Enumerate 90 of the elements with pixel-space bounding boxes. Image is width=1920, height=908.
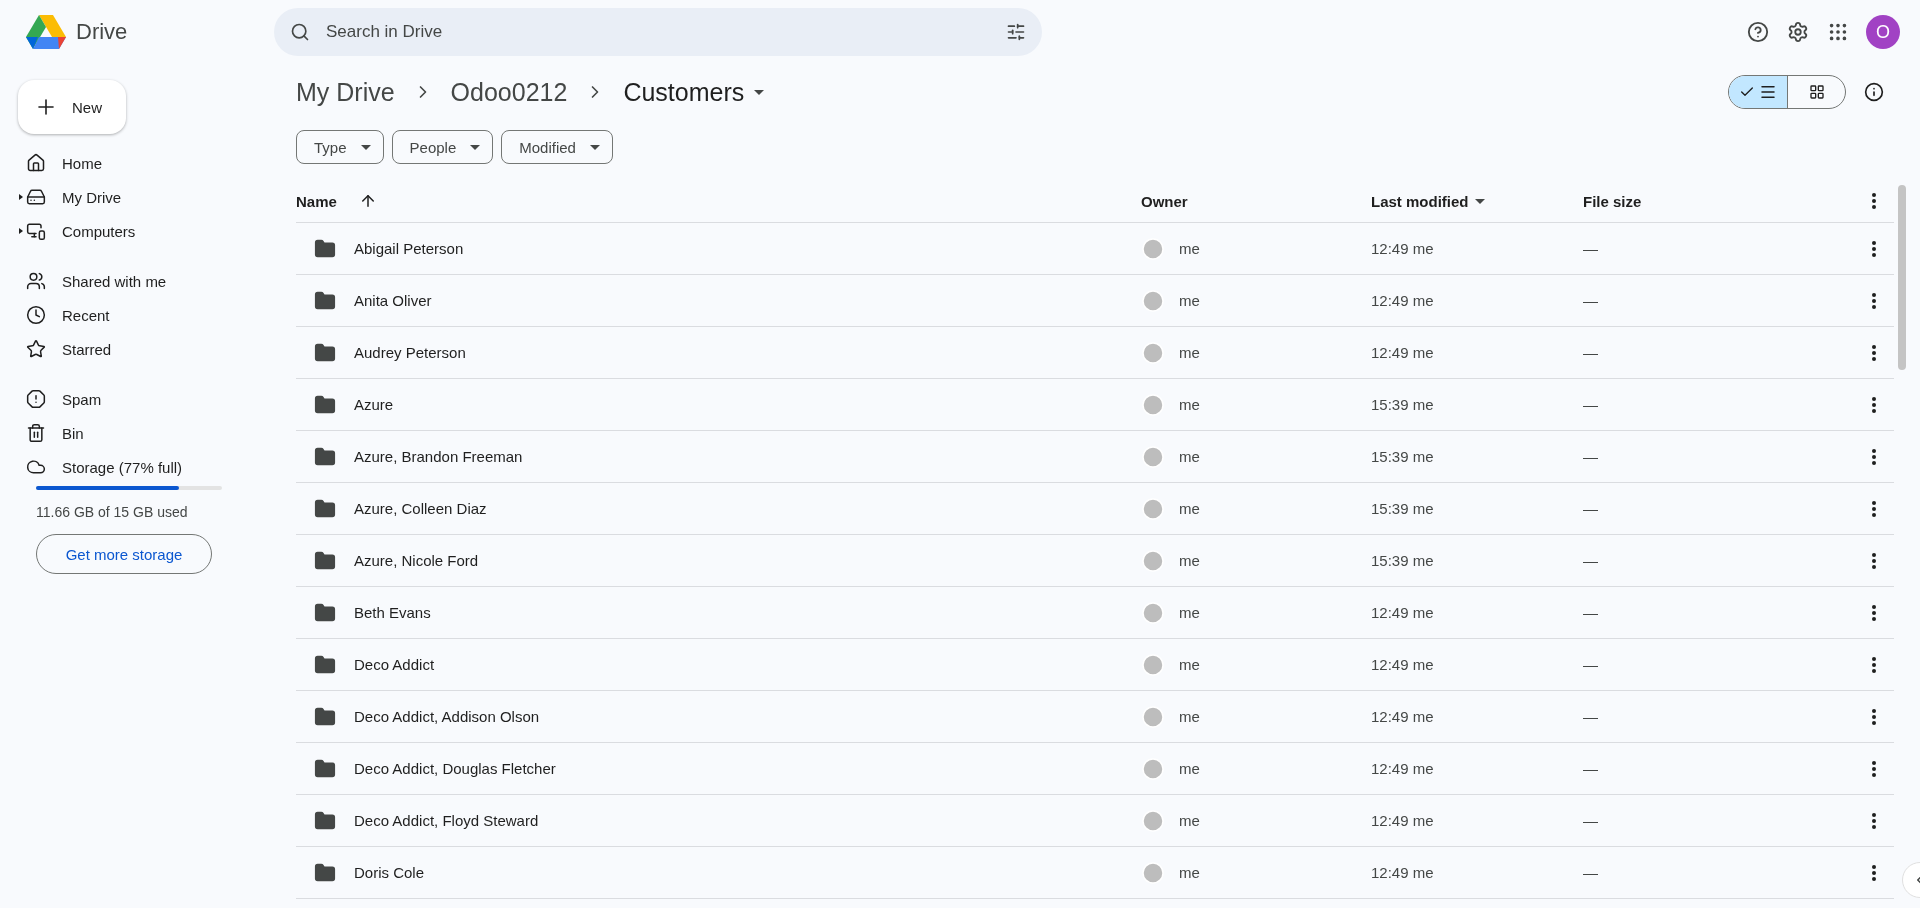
filter-chip[interactable]: Type [296, 130, 384, 164]
owner-name: me [1179, 500, 1200, 517]
file-size: — [1583, 292, 1599, 309]
modified-text: 12:49 me [1371, 864, 1435, 881]
storage-usage: 11.66 GB of 15 GB used [36, 504, 189, 520]
owner-name: me [1179, 760, 1200, 777]
modified-text: 12:49 me [1371, 344, 1435, 361]
modified-text: 15:39 me [1371, 552, 1435, 569]
folder-name: Abigail Peterson [354, 240, 464, 257]
sidebar-item[interactable]: My Drive [16, 180, 256, 214]
folder-name: Deco Addict [354, 656, 435, 673]
sidebar-item[interactable]: Home [16, 146, 256, 180]
modified-text: 12:49 me [1371, 760, 1435, 777]
breadcrumb-item[interactable]: Customers [623, 77, 765, 107]
search-bar[interactable]: Search in Drive [274, 8, 1042, 56]
file-size: — [1583, 500, 1599, 517]
file-row[interactable]: Deco Addict, Floyd Steward me 12:49 me — [296, 795, 1894, 847]
file-size: — [1583, 864, 1599, 881]
owner-name: me [1179, 708, 1200, 725]
file-row[interactable]: Doris Cole me 12:49 me — [296, 847, 1894, 899]
owner-name: me [1179, 552, 1200, 569]
file-size: — [1583, 812, 1599, 829]
modified-text: 12:49 me [1371, 812, 1435, 829]
app-name: Drive [76, 19, 128, 45]
owner-name: me [1179, 656, 1200, 673]
folder-name: Deco Addict, Floyd Steward [354, 812, 539, 829]
file-row[interactable]: Anita Oliver me 12:49 me — [296, 275, 1894, 327]
modified-text: 12:49 me [1371, 240, 1435, 257]
owner-name: me [1179, 604, 1200, 621]
file-size: — [1583, 240, 1599, 257]
column-header: File size [1583, 192, 1643, 210]
file-row[interactable]: Deco Addict me 12:49 me — [296, 639, 1894, 691]
owner-name: me [1179, 864, 1200, 881]
breadcrumb-item[interactable]: Odoo0212 [450, 77, 568, 107]
owner-name: me [1179, 396, 1200, 413]
file-row[interactable]: Azure, Nicole Ford me 15:39 me — [296, 535, 1894, 587]
folder-name: Audrey Peterson [354, 344, 466, 361]
file-row[interactable]: Audrey Peterson me 12:49 me — [296, 327, 1894, 379]
folder-name: Azure, Nicole Ford [354, 552, 479, 569]
owner-name: me [1179, 812, 1200, 829]
owner-name: me [1179, 448, 1200, 465]
modified-text: 15:39 me [1371, 500, 1435, 517]
folder-name: Anita Oliver [354, 292, 432, 309]
owner-name: me [1179, 292, 1200, 309]
sidebar-item[interactable]: Recent [16, 298, 256, 332]
owner-name: me [1179, 344, 1200, 361]
file-size: — [1583, 448, 1599, 465]
folder-name: Azure, Brandon Freeman [354, 448, 523, 465]
modified-text: 15:39 me [1371, 396, 1435, 413]
file-row[interactable]: Deco Addict, Addison Olson me 12:49 me — [296, 691, 1894, 743]
sidebar-item[interactable]: Spam [16, 382, 256, 416]
breadcrumb-item[interactable]: My Drive [296, 77, 395, 107]
file-row[interactable]: Abigail Peterson me 12:49 me — [296, 223, 1894, 275]
modified-text: 15:39 me [1371, 448, 1435, 465]
modified-text: 12:49 me [1371, 292, 1435, 309]
file-row[interactable]: Azure, Colleen Diaz me 15:39 me — [296, 483, 1894, 535]
modified-text: 12:49 me [1371, 708, 1435, 725]
search-input[interactable]: Search in Drive [324, 21, 992, 43]
filter-chip[interactable]: Modified [501, 130, 613, 164]
account-avatar[interactable]: O [1866, 15, 1900, 49]
modified-text: 12:49 me [1371, 604, 1435, 621]
filter-chip[interactable]: People [391, 130, 494, 164]
file-size: — [1583, 708, 1599, 725]
column-header: Owner [1141, 192, 1189, 210]
file-row[interactable]: Deco Addict, Douglas Fletcher me 12:49 me — [296, 743, 1894, 795]
folder-name: Doris Cole [354, 864, 425, 881]
owner-name: me [1179, 240, 1200, 257]
file-size: — [1583, 760, 1599, 777]
column-header[interactable]: Last modified [1371, 192, 1583, 210]
file-row[interactable]: Azure, Brandon Freeman me 15:39 me — [296, 431, 1894, 483]
folder-name: Beth Evans [354, 604, 431, 621]
sidebar-item[interactable]: Shared with me [16, 264, 256, 298]
file-size: — [1583, 656, 1599, 673]
file-size: — [1583, 344, 1599, 361]
file-size: — [1583, 396, 1599, 413]
folder-name: Deco Addict, Addison Olson [354, 708, 540, 725]
sidebar-item[interactable]: Starred [16, 332, 256, 366]
folder-name: Azure, Colleen Diaz [354, 500, 487, 517]
folder-name: Azure [354, 396, 394, 413]
file-size: — [1583, 552, 1599, 569]
column-header: Name [296, 192, 1141, 210]
folder-name: Deco Addict, Douglas Fletcher [354, 760, 556, 777]
file-row[interactable]: Azure me 15:39 me — [296, 379, 1894, 431]
sidebar-item[interactable]: Computers [16, 214, 256, 248]
file-row[interactable]: Beth Evans me 12:49 me — [296, 587, 1894, 639]
sidebar-item[interactable]: Storage (77% full) [16, 450, 256, 484]
sidebar-item[interactable]: Bin [16, 416, 256, 450]
new-button[interactable]: New [18, 80, 126, 134]
file-size: — [1583, 604, 1599, 621]
modified-text: 12:49 me [1371, 656, 1435, 673]
